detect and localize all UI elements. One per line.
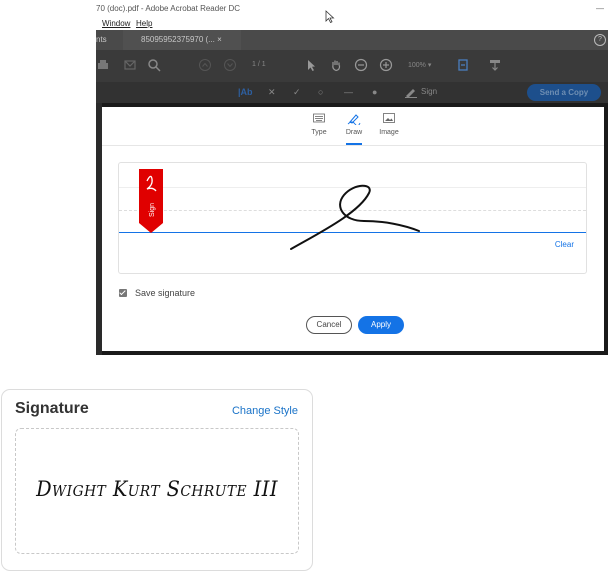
mode-tabs: Type Draw Image	[102, 107, 604, 146]
change-style-link[interactable]: Change Style	[232, 405, 298, 417]
signature-script-text: Dwight Kurt Schrute III	[36, 477, 278, 501]
tab-type-label: Type	[311, 129, 327, 136]
tab-draw[interactable]: Draw	[334, 113, 374, 145]
image-icon	[369, 113, 409, 127]
sign-here-ribbon: Sign	[139, 169, 163, 233]
clear-button[interactable]: Clear	[555, 240, 574, 249]
main-toolbar: 1 / 1 100% ▾	[96, 50, 608, 82]
previous-page-icon[interactable]	[198, 58, 212, 72]
circle-icon[interactable]: ○	[318, 86, 323, 98]
zoom-in-icon[interactable]	[379, 58, 393, 72]
draw-canvas[interactable]: Sign Clear	[118, 162, 587, 274]
draw-pen-icon	[334, 113, 374, 127]
active-tab-indicator	[346, 143, 362, 145]
sign-label[interactable]: Sign	[421, 87, 437, 96]
search-icon[interactable]	[147, 58, 161, 72]
check-mark-icon[interactable]: ✓	[293, 86, 301, 98]
download-icon[interactable]	[488, 58, 502, 72]
mail-icon[interactable]	[123, 58, 137, 72]
help-icon[interactable]: ?	[594, 34, 606, 46]
ribbon-sign-text: Sign	[149, 203, 156, 217]
signature-preview-box[interactable]: Dwight Kurt Schrute III	[15, 428, 299, 554]
title-bar: 70 (doc).pdf - Adobe Acrobat Reader DC —	[96, 0, 608, 17]
save-signature-label: Save signature	[135, 288, 196, 298]
tab-partial[interactable]: nts	[96, 30, 107, 50]
apply-button[interactable]: Apply	[358, 316, 404, 334]
cancel-button[interactable]: Cancel	[306, 316, 352, 334]
zoom-out-icon[interactable]	[354, 58, 368, 72]
signature-card: Signature Change Style Dwight Kurt Schru…	[1, 389, 313, 571]
page-layout-icon[interactable]	[457, 58, 471, 72]
tab-type[interactable]: Type	[299, 113, 339, 136]
zoom-level[interactable]: 100% ▾	[408, 61, 431, 69]
tab-bar: nts 85095952375970 (... × ?	[96, 30, 608, 50]
sign-pen-icon[interactable]	[404, 86, 418, 101]
acrobat-window: 70 (doc).pdf - Adobe Acrobat Reader DC —…	[96, 0, 608, 355]
tab-document[interactable]: 85095952375970 (... ×	[123, 30, 241, 50]
fill-sign-toolbar: |Ab ✕ ✓ ○ — ● Sign Send a Copy	[96, 82, 608, 103]
signature-heading: Signature	[15, 400, 89, 417]
mouse-cursor-icon	[325, 10, 335, 24]
tab-draw-label: Draw	[345, 129, 363, 136]
minimize-button[interactable]: —	[596, 0, 604, 17]
drawn-signature	[290, 184, 420, 250]
menu-bar: Window Help	[96, 17, 608, 30]
keyboard-icon	[299, 113, 339, 127]
tab-image-label: Image	[379, 129, 399, 136]
save-signature-checkbox[interactable]	[119, 289, 127, 297]
menu-window[interactable]: Window	[102, 17, 130, 30]
send-copy-button[interactable]: Send a Copy	[527, 84, 601, 101]
select-cursor-icon[interactable]	[304, 58, 318, 72]
next-page-icon[interactable]	[223, 58, 237, 72]
hand-tool-icon[interactable]	[329, 58, 343, 72]
signature-dialog: Type Draw Image Sign Clear Save signatur…	[102, 107, 604, 351]
print-icon[interactable]	[96, 58, 110, 72]
window-title: 70 (doc).pdf - Adobe Acrobat Reader DC	[96, 4, 241, 13]
line-icon[interactable]: —	[344, 86, 353, 98]
tab-image[interactable]: Image	[369, 113, 409, 136]
dot-icon[interactable]: ●	[372, 86, 377, 98]
add-text-icon[interactable]: |Ab	[238, 86, 253, 98]
page-indicator[interactable]: 1 / 1	[252, 61, 266, 68]
menu-help[interactable]: Help	[136, 17, 152, 30]
cross-mark-icon[interactable]: ✕	[268, 86, 276, 98]
save-signature-row[interactable]: Save signature	[119, 287, 195, 299]
